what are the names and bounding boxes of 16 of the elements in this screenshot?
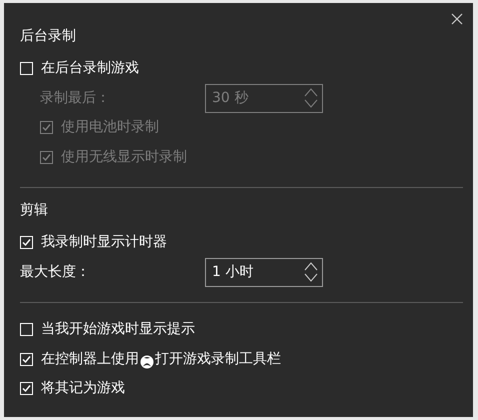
close-icon bbox=[451, 13, 463, 25]
section-heading: 后台录制 bbox=[20, 27, 77, 46]
checkbox-label: 打开游戏录制工具栏 bbox=[155, 350, 281, 369]
checkbox-label: 使用无线显示时录制 bbox=[61, 148, 187, 167]
up-down-arrows-icon bbox=[304, 87, 318, 110]
checkbox-label: 将其记为游戏 bbox=[41, 379, 125, 398]
section-heading: 剪辑 bbox=[20, 201, 49, 220]
field-label: 录制最后： bbox=[40, 88, 111, 108]
checkbox-label: 在控制器上使用 bbox=[41, 350, 139, 369]
field-label: 最大长度： bbox=[20, 262, 91, 282]
duration-spinner[interactable]: 1 小时 bbox=[205, 258, 323, 287]
checkbox-label: 我录制时显示计时器 bbox=[41, 233, 167, 252]
up-down-arrows-icon bbox=[304, 261, 318, 284]
checkbox-label: 在后台录制游戏 bbox=[41, 59, 139, 78]
checkbox-label: 当我开始游戏时显示提示 bbox=[41, 320, 195, 340]
checkbox-label: 使用电池时录制 bbox=[61, 118, 159, 138]
